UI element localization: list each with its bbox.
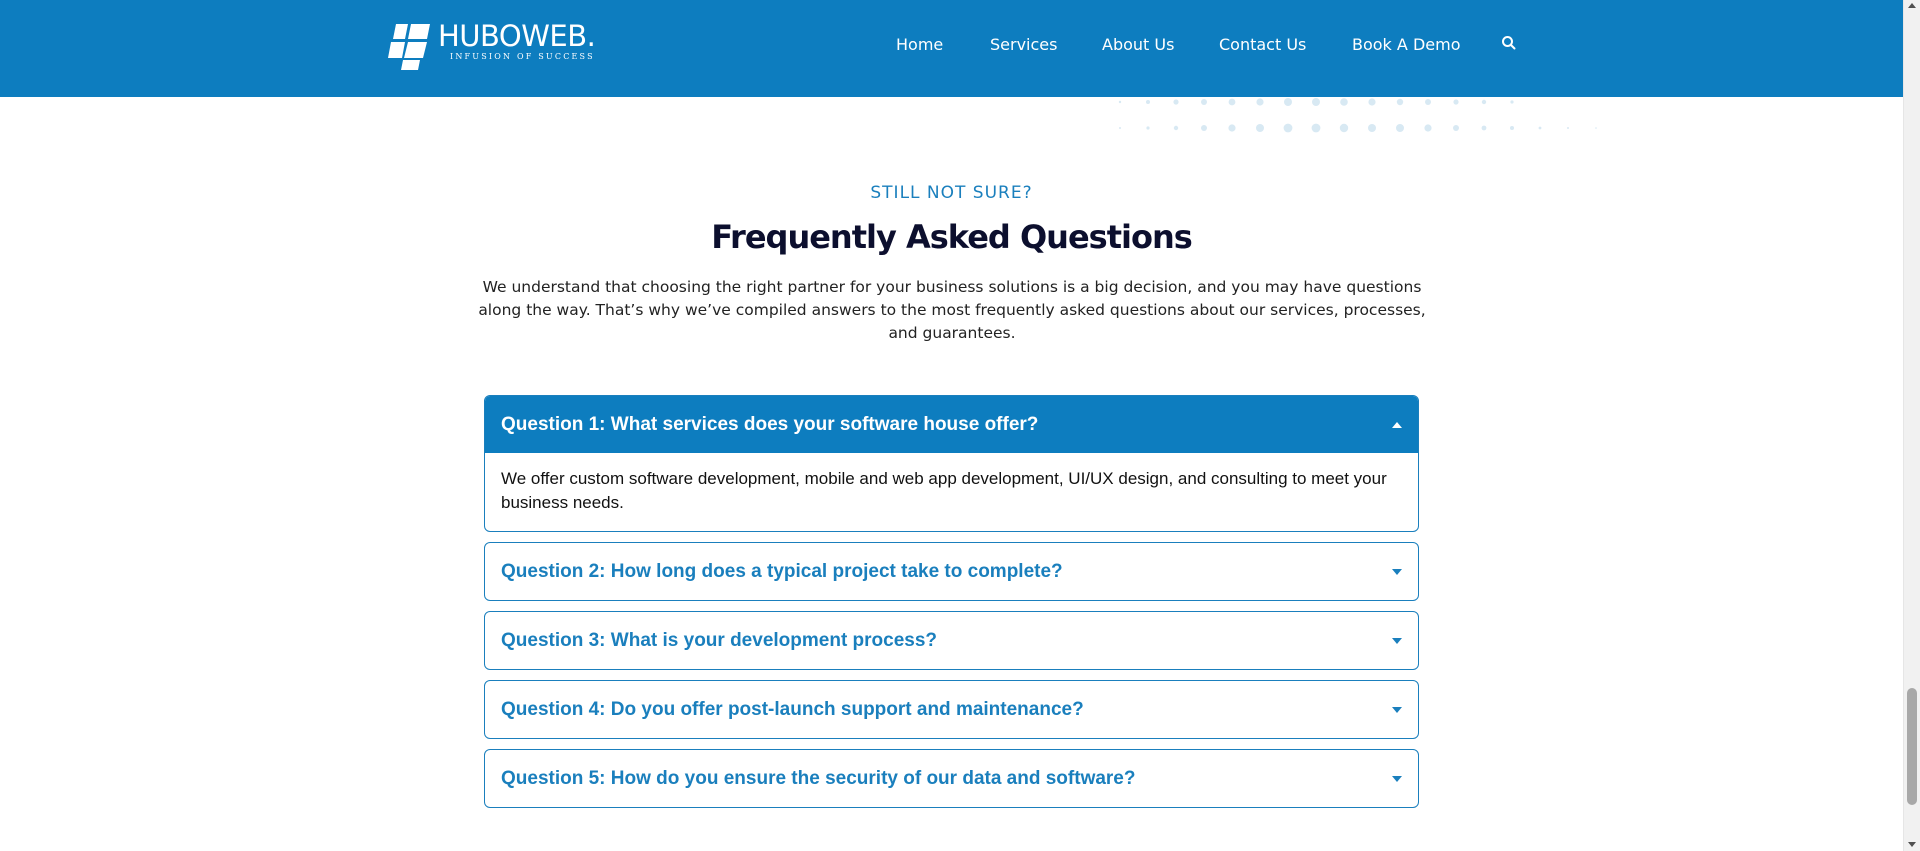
- faq-item: Question 4: Do you offer post-launch sup…: [484, 680, 1419, 739]
- faq-item: Question 2: How long does a typical proj…: [484, 542, 1419, 601]
- faq-question-2[interactable]: Question 2: How long does a typical proj…: [485, 543, 1418, 600]
- site-logo[interactable]: HUBOWEB. INFUSION OF SUCCESS: [386, 19, 596, 72]
- nav-home[interactable]: Home: [896, 35, 943, 54]
- chevron-down-icon: [1392, 706, 1402, 713]
- faq-question-text: Question 4: Do you offer post-launch sup…: [501, 698, 1084, 720]
- scroll-down-icon[interactable]: [1908, 842, 1916, 847]
- faq-item: Question 3: What is your development pro…: [484, 611, 1419, 670]
- faq-question-text: Question 5: How do you ensure the securi…: [501, 767, 1136, 789]
- section-intro: We understand that choosing the right pa…: [478, 278, 1426, 342]
- scrollbar-thumb[interactable]: [1907, 688, 1917, 805]
- section-eyebrow: STILL NOT SURE?: [870, 183, 1033, 203]
- chevron-down-icon: [1392, 775, 1402, 782]
- nav-services[interactable]: Services: [990, 35, 1057, 54]
- site-header: HUBOWEB. INFUSION OF SUCCESS Home Servic…: [0, 0, 1903, 97]
- faq-answer-1: We offer custom software development, mo…: [501, 469, 1387, 512]
- nav-about-us[interactable]: About Us: [1102, 35, 1174, 54]
- faq-item: Question 5: How do you ensure the securi…: [484, 749, 1419, 808]
- logo-name: HUBOWEB.: [438, 19, 596, 53]
- faq-question-5[interactable]: Question 5: How do you ensure the securi…: [485, 750, 1418, 807]
- faq-question-4[interactable]: Question 4: Do you offer post-launch sup…: [485, 681, 1418, 738]
- chevron-up-icon: [1392, 421, 1402, 428]
- faq-question-text: Question 1: What services does your soft…: [501, 413, 1039, 435]
- decorative-dots: [1118, 98, 1597, 133]
- faq-question-1[interactable]: Question 1: What services does your soft…: [485, 396, 1418, 453]
- page-title: Frequently Asked Questions: [711, 218, 1193, 256]
- faq-item: Question 1: What services does your soft…: [484, 395, 1419, 532]
- faq-question-text: Question 3: What is your development pro…: [501, 629, 938, 651]
- nav-book-a-demo[interactable]: Book A Demo: [1352, 35, 1460, 54]
- chevron-down-icon: [1392, 568, 1402, 575]
- faq-accordion: Question 1: What services does your soft…: [484, 395, 1419, 818]
- faq-question-text: Question 2: How long does a typical proj…: [501, 560, 1063, 582]
- chevron-down-icon: [1392, 637, 1402, 644]
- page-scrollbar[interactable]: [1903, 0, 1920, 851]
- scroll-up-icon[interactable]: [1908, 3, 1916, 8]
- logo-tagline: INFUSION OF SUCCESS: [450, 52, 595, 61]
- logo-mark-icon: [388, 24, 430, 70]
- nav-contact-us[interactable]: Contact Us: [1219, 35, 1306, 54]
- faq-question-3[interactable]: Question 3: What is your development pro…: [485, 612, 1418, 669]
- search-icon[interactable]: [1500, 34, 1518, 52]
